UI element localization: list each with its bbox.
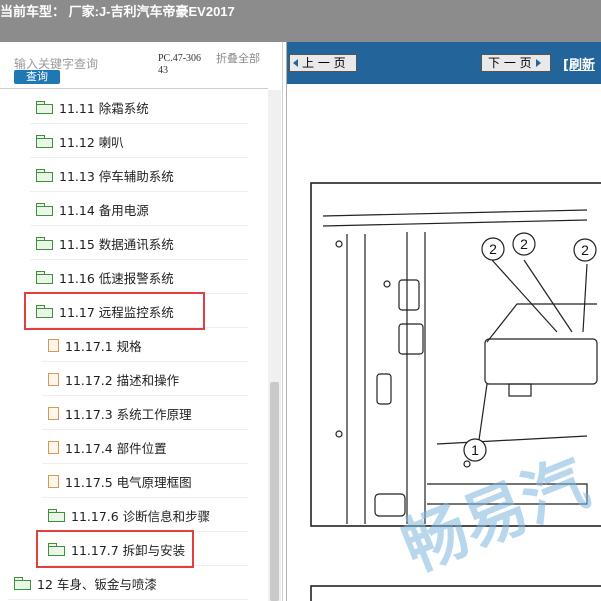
callouts: 2 2 2 1 bbox=[463, 232, 597, 462]
tree-item[interactable]: 11.13 停车辅助系统 bbox=[36, 158, 174, 192]
tree-item[interactable]: 11.17.6 诊断信息和步骤 bbox=[48, 498, 210, 532]
tree-item-label: 11.13 停车辅助系统 bbox=[59, 168, 174, 184]
tree-item[interactable]: 11.15 数据通讯系统 bbox=[36, 226, 174, 260]
page-icon bbox=[48, 372, 59, 386]
collapse-all-button[interactable]: 折叠全部 bbox=[216, 53, 262, 65]
folder-icon bbox=[36, 271, 53, 284]
highlight-box bbox=[36, 530, 194, 568]
highlight-box bbox=[24, 292, 205, 330]
tree-item-label: 11.17.2 描述和操作 bbox=[65, 372, 180, 388]
page-icon bbox=[48, 338, 59, 352]
mounting-hole bbox=[335, 240, 343, 248]
tree-item[interactable]: 11.17.1 规格 bbox=[48, 328, 142, 362]
tree-item-label: 11.15 数据通讯系统 bbox=[59, 236, 174, 252]
mounting-hole bbox=[335, 430, 343, 438]
callout-2c: 2 bbox=[573, 238, 597, 262]
folder-icon bbox=[36, 101, 53, 114]
diagram-frame-bottom bbox=[310, 585, 601, 601]
tree-item[interactable]: 11.17.4 部件位置 bbox=[48, 430, 167, 464]
next-arrow-icon bbox=[535, 59, 541, 67]
callout-1: 1 bbox=[463, 438, 487, 462]
diagram-page: 2 2 2 1 畅易汽 bbox=[287, 84, 601, 601]
callout-2b: 2 bbox=[512, 232, 536, 256]
module-housing bbox=[484, 338, 598, 385]
tree-item-label: 11.11 除霜系统 bbox=[59, 100, 149, 116]
bracket-part bbox=[398, 279, 420, 311]
tree-item-label: 11.17.1 规格 bbox=[65, 338, 142, 354]
scrollbar-thumb[interactable] bbox=[270, 382, 279, 601]
callout-1-label: 1 bbox=[471, 442, 479, 458]
callout-2c-label: 2 bbox=[581, 242, 589, 258]
pc-code-label: PC.47-30643 bbox=[158, 53, 202, 76]
bracket-part bbox=[376, 373, 392, 405]
callout-2b-label: 2 bbox=[520, 236, 528, 252]
tree-item-label: 11.17.5 电气原理框图 bbox=[65, 474, 192, 490]
bracket-part bbox=[398, 323, 424, 355]
mounting-hole bbox=[463, 460, 471, 468]
prev-page-label: 上 一 页 bbox=[302, 56, 346, 70]
tree-item[interactable]: 11.14 备用电源 bbox=[36, 192, 149, 226]
refresh-link[interactable]: [刷新 bbox=[563, 54, 595, 73]
callout-2a-label: 2 bbox=[489, 241, 497, 257]
folder-open-icon bbox=[14, 577, 31, 590]
tree-item[interactable]: 11.11 除霜系统 bbox=[36, 90, 149, 124]
mounting-hole bbox=[383, 280, 391, 288]
module-cover bbox=[486, 303, 597, 343]
next-page-label: 下 一 页 bbox=[488, 56, 532, 70]
document-viewer: 上 一 页 下 一 页 [刷新 2 2 2 1 畅易汽 bbox=[286, 42, 601, 601]
row-divider bbox=[8, 599, 248, 600]
tree-item[interactable]: 11.12 喇叭 bbox=[36, 124, 124, 158]
tree-item[interactable]: 11.17.3 系统工作原理 bbox=[48, 396, 192, 430]
next-page-button[interactable]: 下 一 页 bbox=[481, 54, 551, 72]
window-title: 当前车型： 厂家:J-吉利汽车帝豪EV2017 bbox=[0, 4, 235, 19]
prev-page-button[interactable]: 上 一 页 bbox=[289, 54, 357, 72]
page-icon bbox=[48, 406, 59, 420]
body-panel-line bbox=[322, 209, 588, 217]
folder-icon bbox=[48, 509, 65, 522]
tree-item-label: 11.17.3 系统工作原理 bbox=[65, 406, 192, 422]
leader-line bbox=[491, 259, 558, 333]
tree-item[interactable]: 11.16 低速报警系统 bbox=[36, 260, 174, 294]
folder-icon bbox=[36, 169, 53, 182]
tree-item-label: 11.17.4 部件位置 bbox=[65, 440, 167, 456]
search-row: 输入关键字查询 查询 PC.47-30643 折叠全部 bbox=[0, 42, 282, 88]
page-icon bbox=[48, 440, 59, 454]
page-icon bbox=[48, 474, 59, 488]
tree-item-label: 11.12 喇叭 bbox=[59, 134, 124, 150]
prev-arrow-icon bbox=[293, 59, 298, 67]
tree-item-label: 12 车身、钣金与喷漆 bbox=[37, 576, 157, 592]
leader-line bbox=[582, 263, 588, 333]
body-panel-line bbox=[322, 219, 588, 227]
tree-item-label: 11.17.6 诊断信息和步骤 bbox=[71, 508, 211, 524]
tree-item-label: 11.16 低速报警系统 bbox=[59, 270, 174, 286]
tree-item[interactable]: 12 车身、钣金与喷漆 bbox=[14, 566, 157, 600]
tree-item[interactable]: 11.17.5 电气原理框图 bbox=[48, 464, 192, 498]
callout-2a: 2 bbox=[481, 237, 505, 261]
folder-icon bbox=[36, 135, 53, 148]
tree-item[interactable]: 11.17.2 描述和操作 bbox=[48, 362, 179, 396]
navigation-panel: 输入关键字查询 查询 PC.47-30643 折叠全部 11.11 除霜系统 11… bbox=[0, 42, 283, 601]
connector-block bbox=[508, 383, 532, 397]
folder-icon bbox=[36, 203, 53, 216]
folder-icon bbox=[36, 237, 53, 250]
tree-item-label: 11.14 备用电源 bbox=[59, 202, 149, 218]
title-bar: 当前车型： 厂家:J-吉利汽车帝豪EV2017 bbox=[0, 0, 601, 42]
page-nav-bar: 上 一 页 下 一 页 [刷新 bbox=[287, 42, 601, 84]
query-button[interactable]: 查询 bbox=[14, 70, 60, 84]
leader-line bbox=[478, 383, 488, 441]
divider bbox=[0, 88, 268, 89]
